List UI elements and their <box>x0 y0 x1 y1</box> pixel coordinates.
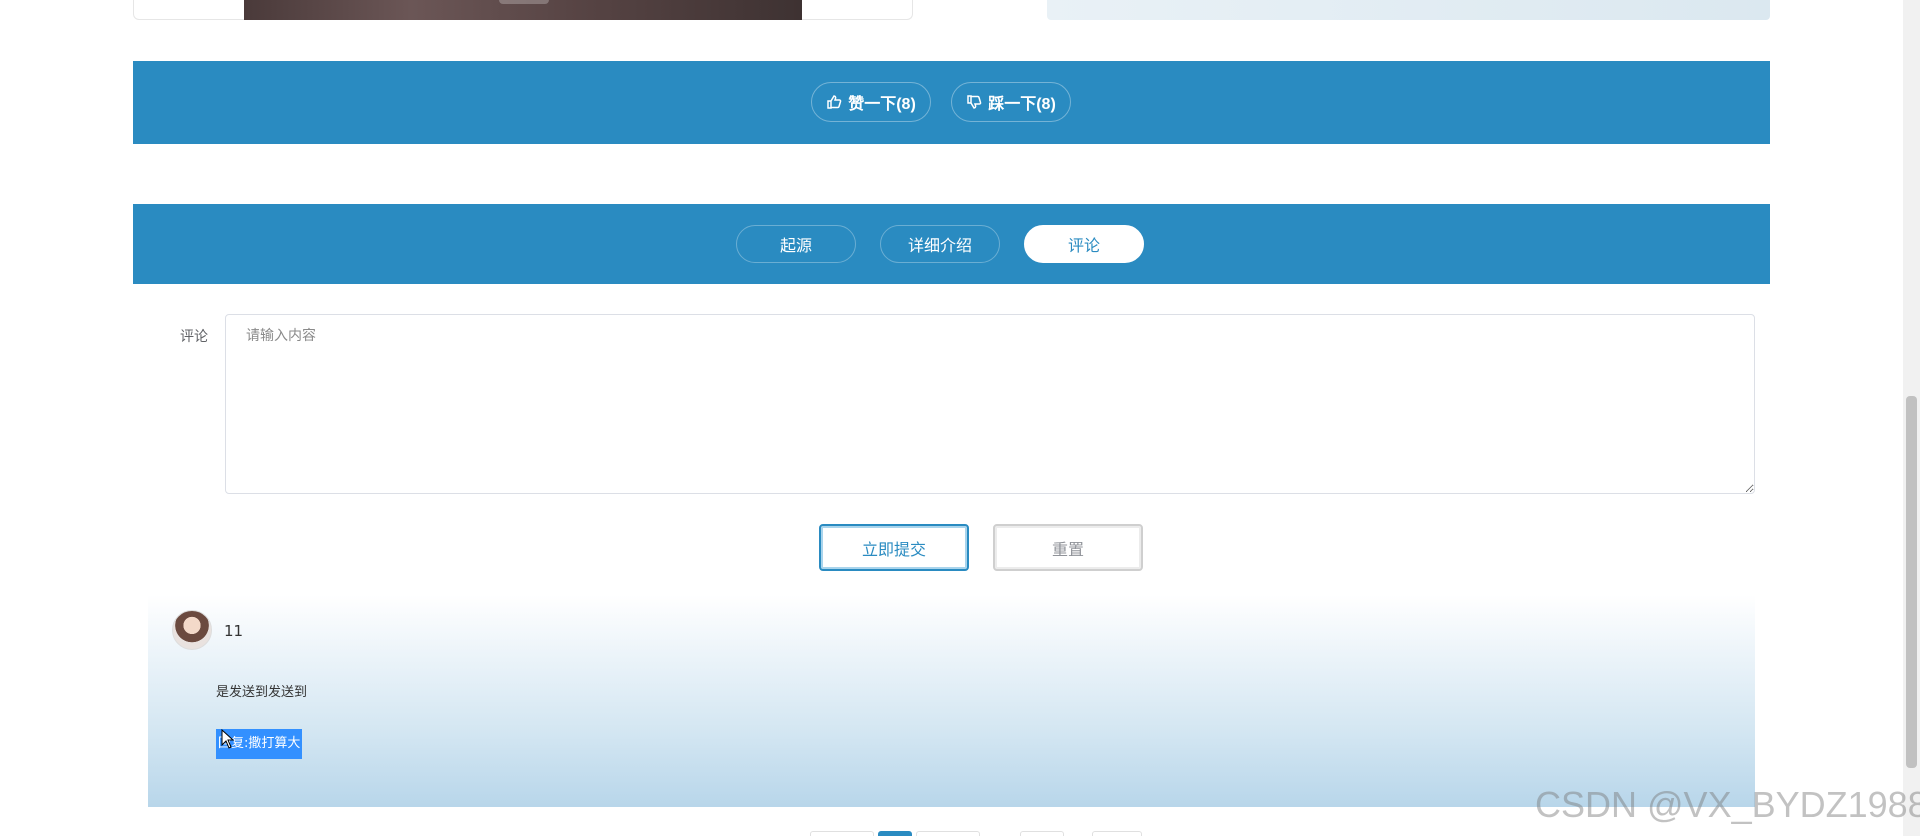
pagination-page[interactable] <box>916 831 980 836</box>
pagination-jump[interactable] <box>1092 831 1142 836</box>
pagination-prev[interactable] <box>810 831 874 836</box>
vote-bar: 赞一下(8) 踩一下(8) <box>133 61 1770 144</box>
tab-comment[interactable]: 评论 <box>1024 225 1144 263</box>
mouse-cursor-icon <box>221 729 235 749</box>
content-image <box>244 0 802 20</box>
comment-list: 11 是发送到发送到 回复:撒打算大 <box>148 595 1755 807</box>
reset-button[interactable]: 重置 <box>993 524 1143 571</box>
detail-tabs: 起源 详细介绍 评论 <box>133 204 1770 284</box>
side-card <box>1047 0 1770 20</box>
thumbs-up-icon <box>827 95 842 109</box>
tab-detail[interactable]: 详细介绍 <box>880 225 1000 263</box>
thumbs-down-icon <box>967 95 982 109</box>
avatar <box>172 610 212 650</box>
pagination-page-active[interactable] <box>878 831 912 836</box>
comment-label: 评论 <box>180 329 208 345</box>
submit-button[interactable]: 立即提交 <box>819 524 969 571</box>
dislike-label: 踩一下(8) <box>988 96 1056 113</box>
pagination-next[interactable] <box>1020 831 1064 836</box>
comment-content: 是发送到发送到 <box>216 685 308 700</box>
watermark: CSDN @VX_BYDZ1988 <box>1535 784 1920 825</box>
comment-username: 11 <box>224 622 244 640</box>
dislike-button[interactable]: 踩一下(8) <box>951 82 1071 122</box>
comment-input[interactable] <box>225 314 1755 494</box>
like-label: 赞一下(8) <box>848 96 916 113</box>
scrollbar-thumb[interactable] <box>1906 396 1917 768</box>
like-button[interactable]: 赞一下(8) <box>811 82 931 122</box>
tab-origin[interactable]: 起源 <box>736 225 856 263</box>
